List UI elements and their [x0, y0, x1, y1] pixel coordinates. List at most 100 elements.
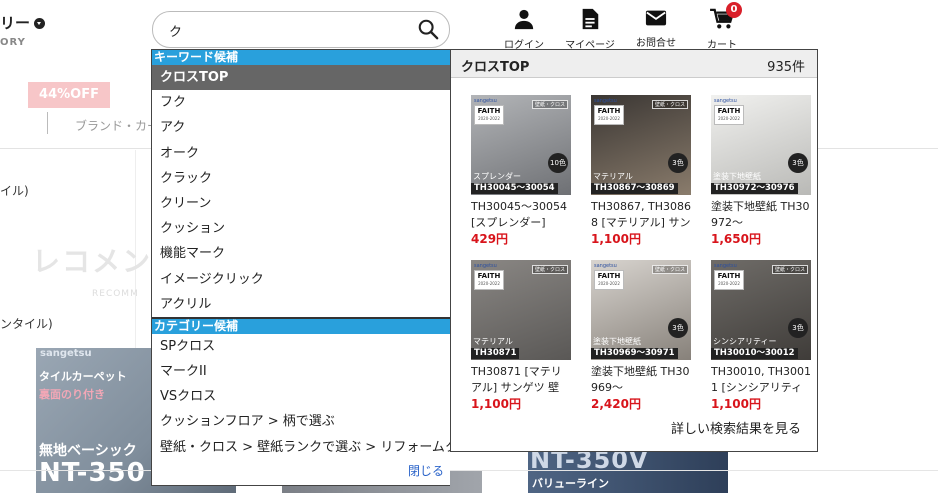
keyword-suggestion[interactable]: オーク: [152, 141, 450, 166]
side-category-item[interactable]: ンタイル): [0, 315, 53, 332]
product-thumbnail[interactable]: sangetsu FAITH 2020-2022 壁紙・クロス 3色 マテリアル …: [591, 95, 691, 195]
product-price: 1,100円: [591, 232, 641, 246]
brand-logo: FAITH 2020-2022: [594, 270, 624, 290]
brand-logo: FAITH 2020-2022: [714, 105, 744, 125]
product-name[interactable]: TH30010, TH30011 [シンシアリティー] サ: [711, 364, 811, 396]
color-count-badge: 10色: [548, 153, 568, 173]
product-name[interactable]: TH30867, TH30868 [マテリアル] サンゲツ: [591, 199, 691, 231]
maker-label: sangetsu: [474, 263, 497, 269]
keyword-suggestion[interactable]: アクリル: [152, 292, 450, 317]
series-label: シンシアリティー: [713, 337, 777, 346]
product-code-label: TH30867～30869: [591, 183, 678, 194]
product-name[interactable]: TH30045～30054 [スプレンダー]: [471, 199, 571, 231]
brand-logo: FAITH 2020-2022: [474, 270, 504, 290]
maker-label: sangetsu: [594, 98, 617, 104]
product-price: 429円: [471, 232, 509, 246]
product-card[interactable]: sangetsu FAITH 2020-2022 壁紙・クロス 3色 塗装下地壁紙…: [591, 260, 691, 412]
product-kind-tag: 壁紙・クロス: [531, 100, 568, 109]
site-logo[interactable]: リー: [0, 12, 46, 33]
product-kind-tag: 壁紙・クロス: [771, 265, 808, 274]
product-price: 1,650円: [711, 232, 761, 246]
color-count-badge: 3色: [788, 153, 808, 173]
series-label: マテリアル: [473, 337, 513, 346]
category-suggestion[interactable]: SPクロス: [152, 334, 450, 359]
user-icon: [514, 9, 534, 30]
cart-count-badge: 0: [726, 2, 742, 18]
maker-label: sangetsu: [714, 263, 737, 269]
keyword-suggestion[interactable]: アク: [152, 115, 450, 140]
nav-contact[interactable]: お問合せ: [626, 8, 686, 49]
product-kind-tag: 壁紙・クロス: [531, 265, 568, 274]
category-suggestion[interactable]: 壁紙・クロス > 壁紙ランクで選ぶ > リフォームクロス: [152, 435, 450, 460]
product-card[interactable]: sangetsu FAITH 2020-2022 壁紙・クロス 3色 シンシアリテ…: [711, 260, 811, 412]
keyword-suggestions-heading: キーワード候補: [152, 50, 450, 65]
maker-label: sangetsu: [474, 98, 497, 104]
search-button[interactable]: [415, 17, 441, 43]
recommend-heading: レコメン: [32, 245, 153, 278]
search-input[interactable]: [169, 21, 409, 39]
product-card[interactable]: sangetsu FAITH 2020-2022 壁紙・クロス マテリアル TH3…: [471, 260, 571, 412]
keyword-suggestion[interactable]: 機能マーク: [152, 241, 450, 266]
keyword-suggestion[interactable]: イメージクリック: [152, 267, 450, 292]
keyword-suggestion[interactable]: クロスTOP: [152, 65, 450, 91]
result-header: クロスTOP 935件: [451, 50, 817, 78]
product-name[interactable]: 塗装下地壁紙 TH30972～: [711, 199, 811, 231]
product-name[interactable]: TH30871 [マテリアル] サンゲツ 壁: [471, 364, 571, 396]
series-label: 塗装下地壁紙: [593, 337, 641, 346]
product-card[interactable]: sangetsu FAITH 2020-2022 壁紙・クロス 3色 マテリアル …: [591, 95, 691, 247]
close-suggestions-link[interactable]: 閉じる: [408, 462, 444, 479]
category-suggestion[interactable]: クッションフロア > 柄で選ぶ: [152, 409, 450, 434]
category-suggestion[interactable]: マークII: [152, 359, 450, 384]
product-price: 1,100円: [711, 397, 761, 411]
side-category-item[interactable]: イル): [0, 182, 29, 199]
color-count-badge: 3色: [668, 153, 688, 173]
chevron-down-icon[interactable]: [34, 18, 46, 29]
product-card[interactable]: sangetsu FAITH 2020-2022 壁紙・クロス 10色 スプレンダ…: [471, 95, 571, 247]
keyword-suggestion[interactable]: クリーン: [152, 191, 450, 216]
keyword-suggestion[interactable]: クッション: [152, 216, 450, 241]
product-code-label: TH30871: [471, 348, 520, 359]
recommend-subheading: RECOMM: [92, 289, 139, 299]
document-icon: [582, 8, 599, 30]
view-all-results-link[interactable]: 詳しい検索結果を見る: [671, 418, 801, 437]
nav-login[interactable]: ログイン: [494, 8, 554, 51]
search-icon: [418, 19, 439, 39]
product-price: 2,420円: [591, 397, 641, 411]
category-suggestions-heading: カテゴリー候補: [152, 318, 450, 334]
product-thumbnail[interactable]: sangetsu FAITH 2020-2022 壁紙・クロス 3色 シンシアリテ…: [711, 260, 811, 360]
product-thumbnail[interactable]: sangetsu FAITH 2020-2022 壁紙・クロス マテリアル TH3…: [471, 260, 571, 360]
nav-cart[interactable]: カート: [692, 8, 752, 51]
product-thumbnail[interactable]: sangetsu FAITH 2020-2022 壁紙・クロス 3色 塗装下地壁紙…: [591, 260, 691, 360]
series-label: マテリアル: [593, 172, 633, 181]
product-name[interactable]: 塗装下地壁紙 TH30969～: [591, 364, 691, 396]
product-card[interactable]: sangetsu FAITH 2020-2022 3色 塗装下地壁紙 TH3097…: [711, 95, 811, 247]
keyword-suggestion[interactable]: フク: [152, 90, 450, 115]
brand-logo: FAITH 2020-2022: [594, 105, 624, 125]
brand-logo: FAITH 2020-2022: [474, 105, 504, 125]
result-title: クロスTOP: [461, 60, 530, 75]
product-code-label: TH30972～30976: [711, 183, 798, 194]
brand-logo: FAITH 2020-2022: [714, 270, 744, 290]
sale-badge: 44%OFF: [28, 82, 110, 108]
product-price: 1,100円: [471, 397, 521, 411]
mail-icon: [645, 10, 667, 26]
product-thumbnail[interactable]: sangetsu FAITH 2020-2022 壁紙・クロス 10色 スプレンダ…: [471, 95, 571, 195]
product-code-label: TH30969～30971: [591, 348, 678, 359]
product-code-label: TH30010～30012: [711, 348, 798, 359]
category-suggestion[interactable]: VSクロス: [152, 384, 450, 409]
color-count-badge: 3色: [668, 318, 688, 338]
suggestion-dropdown: キーワード候補 クロスTOP フク アク オーク クラック クリーン クッション…: [151, 49, 450, 486]
site-logo-sub: ORY: [0, 37, 26, 48]
color-count-badge: 3色: [788, 318, 808, 338]
nav-mypage[interactable]: マイページ: [560, 8, 620, 51]
product-thumbnail[interactable]: sangetsu FAITH 2020-2022 3色 塗装下地壁紙 TH3097…: [711, 95, 811, 195]
product-kind-tag: 壁紙・クロス: [651, 100, 688, 109]
result-count: 935件: [767, 60, 805, 75]
series-label: スプレンダー: [473, 172, 521, 181]
brand-category-link[interactable]: ブランド・カー: [75, 117, 159, 134]
series-label: 塗装下地壁紙: [713, 172, 761, 181]
keyword-suggestion[interactable]: クラック: [152, 166, 450, 191]
product-code-label: TH30045～30054: [471, 183, 558, 194]
divider: [47, 112, 48, 134]
maker-label: sangetsu: [594, 263, 617, 269]
